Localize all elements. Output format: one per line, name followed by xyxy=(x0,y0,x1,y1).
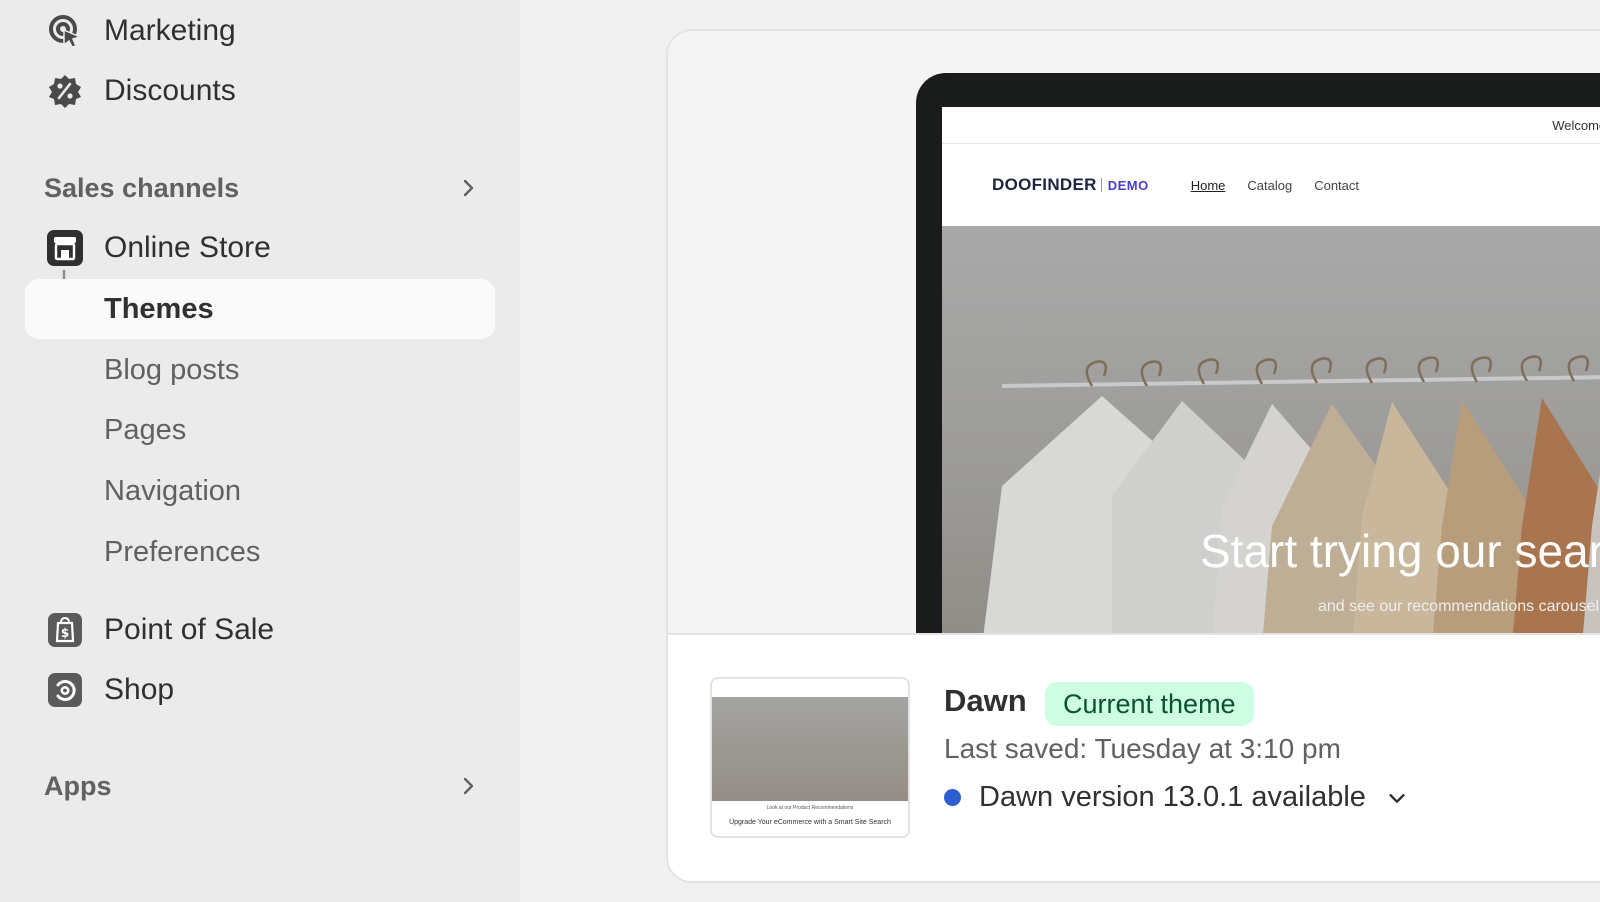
nav-item-point-of-sale[interactable]: $ Point of Sale xyxy=(46,605,274,655)
store-nav-catalog: Catalog xyxy=(1247,177,1293,193)
announcement-text: Welcome to our Demo Store xyxy=(1552,117,1600,133)
theme-name: Dawn xyxy=(944,683,1027,718)
nav-item-discounts[interactable]: Discounts xyxy=(46,66,236,116)
store-icon xyxy=(46,229,84,267)
store-nav-contact: Contact xyxy=(1314,177,1360,193)
store-header: DOOFINDER DEMO Home Catalog Contact xyxy=(942,144,1600,227)
hero-subtitle: and see our recommendations carousel xyxy=(1318,598,1600,615)
discount-icon xyxy=(46,72,84,110)
point-of-sale-icon: $ xyxy=(46,611,84,649)
store-nav: Home Catalog Contact xyxy=(1191,178,1381,193)
current-theme-badge: Current theme xyxy=(1045,682,1254,726)
nav-label-shop: Shop xyxy=(104,673,175,706)
nav-item-online-store[interactable]: Online Store xyxy=(46,223,271,273)
logo-divider xyxy=(1100,178,1102,192)
nav-label-marketing: Marketing xyxy=(104,14,236,47)
store-hero-image: Start trying our search! and see our rec… xyxy=(942,226,1600,633)
sales-channels-header[interactable]: Sales channels xyxy=(44,168,480,208)
store-nav-home: Home xyxy=(1190,177,1226,193)
chevron-right-icon xyxy=(463,179,474,197)
thumbnail-header xyxy=(712,679,908,698)
theme-card: Welcome to our Demo Store DOOFINDER DEMO… xyxy=(666,29,1600,883)
sub-item-blog-posts[interactable]: Blog posts xyxy=(104,348,239,392)
thumbnail-text-2: Upgrade Your eCommerce with a Smart Site… xyxy=(729,819,891,826)
chevron-down-icon xyxy=(1389,793,1405,803)
thumbnail-hero xyxy=(712,697,908,801)
nav-item-shop[interactable]: Shop xyxy=(46,665,174,715)
sub-item-pages[interactable]: Pages xyxy=(104,408,186,452)
nav-label-online-store: Online Store xyxy=(104,231,271,264)
marketing-icon xyxy=(46,12,84,50)
theme-preview[interactable]: Welcome to our Demo Store DOOFINDER DEMO… xyxy=(668,31,1600,635)
announcement-bar: Welcome to our Demo Store xyxy=(942,107,1600,144)
store-logo-demo: DEMO xyxy=(1107,177,1149,193)
last-saved-text: Last saved: Tuesday at 3:10 pm xyxy=(944,733,1341,764)
chevron-right-icon xyxy=(463,777,474,795)
hero-title: Start trying our search! xyxy=(1200,525,1600,577)
version-update-toggle[interactable]: Dawn version 13.0.1 available xyxy=(944,781,1408,814)
update-dot-icon xyxy=(944,789,961,806)
sidebar: Marketing Discounts Sales channels Onlin… xyxy=(0,0,520,902)
nav-label-discounts: Discounts xyxy=(104,74,236,107)
sales-channels-label: Sales channels xyxy=(44,172,240,203)
apps-label: Apps xyxy=(44,770,112,801)
shop-icon xyxy=(46,671,84,709)
themes-active-highlight[interactable] xyxy=(25,279,495,339)
theme-thumbnail[interactable]: Look at our Product Recommendations Upgr… xyxy=(710,677,910,838)
version-text: Dawn version 13.0.1 available xyxy=(979,781,1366,813)
apps-header[interactable]: Apps xyxy=(44,766,480,806)
store-logo: DOOFINDER xyxy=(992,175,1097,194)
laptop-frame: Welcome to our Demo Store DOOFINDER DEMO… xyxy=(916,73,1600,633)
store-preview-screen: Welcome to our Demo Store DOOFINDER DEMO… xyxy=(942,107,1600,633)
nav-item-marketing[interactable]: Marketing xyxy=(46,6,236,56)
nav-label-point-of-sale: Point of Sale xyxy=(104,613,275,646)
sub-item-navigation[interactable]: Navigation xyxy=(104,469,241,513)
sub-item-themes[interactable]: Themes xyxy=(104,287,214,331)
thumbnail-text-1: Look at our Product Recommendations xyxy=(766,805,854,811)
svg-text:$: $ xyxy=(61,626,69,640)
sub-item-preferences[interactable]: Preferences xyxy=(104,530,260,574)
